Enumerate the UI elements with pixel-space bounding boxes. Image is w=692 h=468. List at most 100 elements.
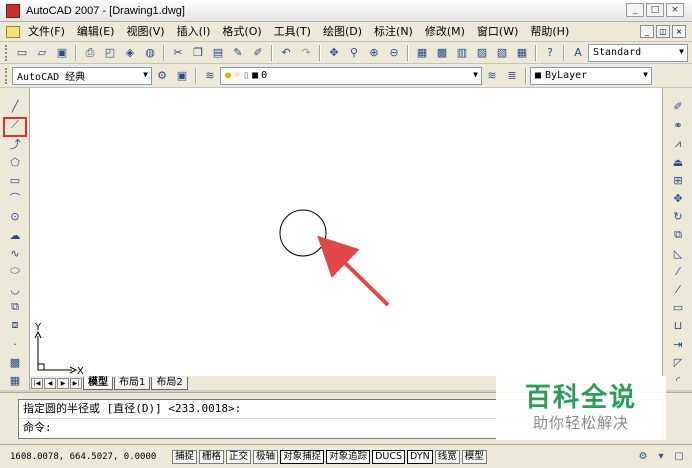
zoom-window-icon[interactable]: ⊕ [366, 45, 382, 61]
circle-icon[interactable]: ⊙ [7, 208, 23, 224]
chamfer-icon[interactable]: ◸ [670, 354, 686, 370]
rotate-icon[interactable]: ↻ [670, 208, 686, 224]
fillet-icon[interactable]: ◜ [670, 372, 686, 388]
undo-icon[interactable]: ↶ [278, 45, 294, 61]
print-icon[interactable]: ⎙ [82, 45, 98, 61]
gradient-icon[interactable]: ▦ [7, 372, 23, 388]
line-icon[interactable]: ╱ [7, 98, 23, 114]
tab-layout2[interactable]: 布局2 [151, 376, 188, 390]
drawn-circle[interactable] [279, 209, 327, 257]
menu-file[interactable]: 文件(F) [22, 23, 71, 41]
osnap-toggle[interactable]: 对象捕捉 [280, 449, 325, 464]
copy-icon[interactable]: ❐ [190, 45, 206, 61]
break-at-point-icon[interactable]: ▭ [670, 299, 686, 315]
make-block-icon[interactable]: ⧈ [7, 317, 23, 333]
grid-toggle[interactable]: 栅格 [199, 449, 225, 464]
workspace-settings-icon[interactable]: ⚙ [154, 68, 170, 84]
publish-icon[interactable]: ◈ [122, 45, 138, 61]
lock-icon[interactable]: ▾ [654, 449, 668, 463]
dyn-toggle[interactable]: DYN [407, 449, 433, 464]
help-icon[interactable]: ? [542, 45, 558, 61]
polar-toggle[interactable]: 极轴 [253, 449, 279, 464]
redo-icon[interactable]: ↷ [298, 45, 314, 61]
ortho-toggle[interactable]: 正交 [226, 449, 252, 464]
tab-layout1[interactable]: 布局1 [114, 376, 151, 390]
doc-close-button[interactable]: × [672, 25, 686, 38]
menu-tools[interactable]: 工具(T) [268, 23, 317, 41]
menu-edit[interactable]: 编辑(E) [71, 23, 121, 41]
menu-modify[interactable]: 修改(M) [419, 23, 471, 41]
workspace-dropdown[interactable]: AutoCAD 经典 ▼ [12, 66, 152, 85]
globe-icon[interactable]: ◍ [142, 45, 158, 61]
block-editor-icon[interactable]: ✐ [250, 45, 266, 61]
offset-icon[interactable]: ⏏ [670, 154, 686, 170]
rectangle-icon[interactable]: ▭ [7, 172, 23, 188]
text-style-icon[interactable]: A [570, 45, 586, 61]
otrack-toggle[interactable]: 对象追踪 [326, 449, 371, 464]
clean-screen-icon[interactable]: ▢ [672, 449, 686, 463]
toolbar-grip[interactable] [5, 67, 9, 84]
markup-icon[interactable]: ▧ [494, 45, 510, 61]
properties-icon[interactable]: ▦ [414, 45, 430, 61]
calculator-icon[interactable]: ▦ [514, 45, 530, 61]
menu-window[interactable]: 窗口(W) [471, 23, 524, 41]
zoom-realtime-icon[interactable]: ⚲ [346, 45, 362, 61]
close-button[interactable]: × [666, 3, 684, 17]
arc-icon[interactable]: ⌒ [7, 190, 23, 206]
ellipse-arc-icon[interactable]: ◡ [7, 281, 23, 297]
revision-cloud-icon[interactable]: ☁ [7, 227, 23, 243]
last-tab-button[interactable]: ▶| [70, 377, 82, 389]
match-properties-icon[interactable]: ✎ [230, 45, 246, 61]
coordinate-readout[interactable]: 1608.0078, 664.5027, 0.0000 [10, 452, 172, 462]
plot-preview-icon[interactable]: ◰ [102, 45, 118, 61]
ellipse-icon[interactable]: ⬭ [7, 263, 23, 279]
insert-block-icon[interactable]: ⧉ [7, 299, 23, 315]
trim-icon[interactable]: ⁄ [670, 263, 686, 279]
minimize-button[interactable]: _ [626, 3, 644, 17]
make-object-layer-current-icon[interactable]: ≋ [484, 68, 500, 84]
text-style-dropdown[interactable]: Standard ▼ [588, 43, 688, 62]
zoom-previous-icon[interactable]: ⊖ [386, 45, 402, 61]
tool-palettes-icon[interactable]: ▥ [454, 45, 470, 61]
toolbar-grip[interactable] [5, 44, 9, 61]
color-dropdown[interactable]: ■ ByLayer ▼ [530, 66, 652, 85]
model-toggle[interactable]: 模型 [461, 449, 487, 464]
layer-previous-icon[interactable]: ≣ [504, 68, 520, 84]
menu-dimension[interactable]: 标注(N) [368, 23, 419, 41]
mirror-icon[interactable]: ⩘ [670, 136, 686, 152]
join-icon[interactable]: ⇥ [670, 336, 686, 352]
polygon-icon[interactable]: ⬠ [7, 154, 23, 170]
hatch-icon[interactable]: ▩ [7, 354, 23, 370]
layer-manager-icon[interactable]: ≋ [202, 68, 218, 84]
ducs-toggle[interactable]: DUCS [372, 449, 406, 464]
drawing-area[interactable]: Y X [30, 88, 662, 377]
pan-icon[interactable]: ✥ [326, 45, 342, 61]
array-icon[interactable]: ⊞ [670, 172, 686, 188]
tab-model[interactable]: 模型 [83, 376, 113, 390]
open-icon[interactable]: ▱ [34, 45, 50, 61]
copy-object-icon[interactable]: ⚭ [670, 117, 686, 133]
sheet-set-icon[interactable]: ▨ [474, 45, 490, 61]
menu-help[interactable]: 帮助(H) [524, 23, 575, 41]
document-icon[interactable] [6, 25, 20, 38]
move-icon[interactable]: ✥ [670, 190, 686, 206]
save-workspace-icon[interactable]: ▣ [174, 68, 190, 84]
scale-icon[interactable]: ⧉ [670, 227, 686, 243]
stretch-icon[interactable]: ◺ [670, 245, 686, 261]
extend-icon[interactable]: ⁄ [670, 281, 686, 297]
maximize-button[interactable]: □ [646, 3, 664, 17]
doc-restore-button[interactable]: ◫ [656, 25, 670, 38]
cut-icon[interactable]: ✂ [170, 45, 186, 61]
lineweight-toggle[interactable]: 线宽 [434, 449, 460, 464]
menu-insert[interactable]: 插入(I) [171, 23, 217, 41]
design-center-icon[interactable]: ▩ [434, 45, 450, 61]
communication-center-icon[interactable]: ⚙ [636, 449, 650, 463]
next-tab-button[interactable]: ▶ [57, 377, 69, 389]
menu-view[interactable]: 视图(V) [120, 23, 170, 41]
snap-toggle[interactable]: 捕捉 [172, 449, 198, 464]
prev-tab-button[interactable]: ◀ [44, 377, 56, 389]
menu-draw[interactable]: 绘图(D) [317, 23, 368, 41]
menu-format[interactable]: 格式(O) [216, 23, 267, 41]
layer-dropdown[interactable]: ● ☼ ▯ ■ 0 ▼ [220, 66, 482, 85]
polyline-icon[interactable]: ⤴ [7, 136, 23, 152]
